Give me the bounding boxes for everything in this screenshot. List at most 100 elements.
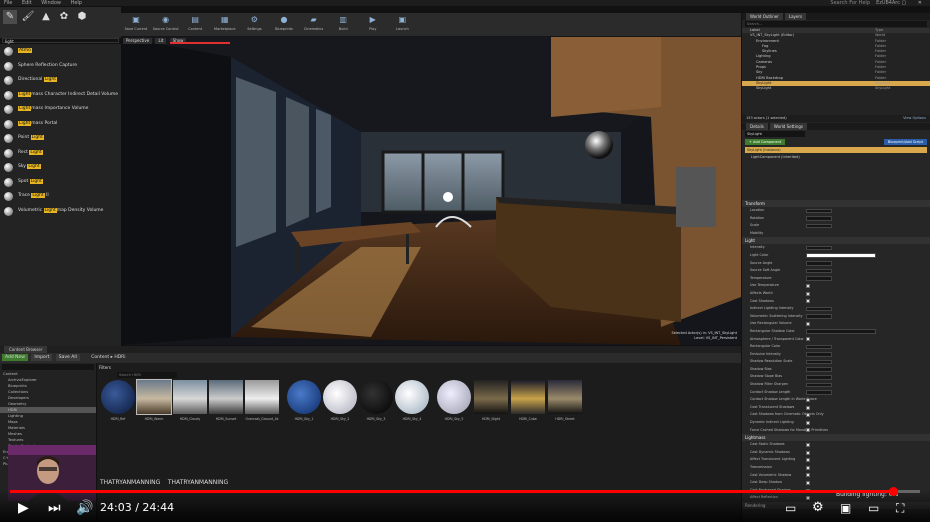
prop-row[interactable]: Shadow Resolution Scale <box>742 358 930 366</box>
prop-row[interactable]: Rectangular Shadow Color <box>742 328 930 336</box>
value-field[interactable] <box>806 223 832 229</box>
value-field[interactable] <box>806 268 832 274</box>
build-button[interactable]: ▥ Build <box>330 13 356 35</box>
prop-row[interactable]: Use Rectangular Volume <box>742 320 930 328</box>
place-item[interactable]: Lightmass Importance Volume <box>0 102 121 117</box>
prop-row[interactable]: Rectangular Color <box>742 343 930 351</box>
place-mode-icon[interactable]: ✎ <box>3 10 17 24</box>
value-field[interactable] <box>806 216 832 221</box>
volume-icon[interactable]: 🔊 <box>76 497 93 519</box>
prop-row[interactable]: Affects World <box>742 290 930 298</box>
asset-thumbnail[interactable] <box>548 380 582 414</box>
menu-window[interactable]: Window <box>41 0 61 6</box>
value-field[interactable] <box>806 390 832 395</box>
checkbox[interactable] <box>806 473 810 478</box>
tab-layers[interactable]: Layers <box>784 13 807 20</box>
import-button[interactable]: Import <box>31 354 53 361</box>
place-item[interactable]: Trace Light II <box>0 189 121 204</box>
checkbox[interactable] <box>806 398 810 403</box>
color-swatch[interactable] <box>806 253 876 259</box>
checkbox[interactable] <box>806 322 810 327</box>
save-button[interactable]: ▣ Save Current <box>123 13 149 35</box>
outliner-search[interactable]: Search... <box>745 21 927 27</box>
place-item[interactable]: Lightmass Portal <box>0 117 121 132</box>
marketplace-button[interactable]: ▦ Marketplace <box>212 13 238 35</box>
place-item[interactable]: Directional Light <box>0 73 121 88</box>
asset-search-input[interactable]: Search HDRi <box>117 372 177 378</box>
gear-icon[interactable]: ⚙ <box>812 497 824 519</box>
value-field[interactable] <box>806 276 832 281</box>
folder-search[interactable] <box>2 364 94 370</box>
asset-thumbnail[interactable] <box>101 380 135 414</box>
asset-thumbnail[interactable] <box>287 380 321 414</box>
value-field[interactable] <box>806 314 832 319</box>
menu-edit[interactable]: Edit <box>22 0 32 6</box>
checkbox[interactable] <box>806 458 810 463</box>
breadcrumb-item[interactable]: HDRi <box>114 355 125 360</box>
value-field[interactable] <box>806 208 832 214</box>
source-control-button[interactable]: ◉ Source Control <box>153 13 179 35</box>
checkbox[interactable] <box>806 428 810 433</box>
breadcrumb-item[interactable]: Content <box>91 355 109 360</box>
paint-mode-icon[interactable]: 🖌 <box>21 10 35 24</box>
blueprints-button[interactable]: ● Blueprints <box>271 13 297 35</box>
prop-row[interactable]: Dynamic Indirect Lighting <box>742 419 930 427</box>
asset-thumbnail[interactable] <box>511 380 545 414</box>
geometry-mode-icon[interactable]: ⬢ <box>75 10 89 24</box>
tab-details[interactable]: Details <box>746 123 768 130</box>
place-item[interactable]: Point Light <box>0 131 121 146</box>
checkbox[interactable] <box>806 413 810 418</box>
asset-thumbnail[interactable] <box>359 380 393 414</box>
window-controls[interactable]: – ▢ ✕ <box>887 0 927 6</box>
place-item[interactable]: Sky Light <box>0 160 121 175</box>
place-search-input[interactable]: light <box>2 38 119 44</box>
value-field[interactable] <box>806 344 832 350</box>
actor-name-field[interactable]: SkyLight <box>745 131 805 137</box>
prop-row[interactable]: Use Temperature <box>742 282 930 290</box>
subtitles-icon[interactable]: ▭ <box>785 497 796 519</box>
checkbox[interactable] <box>806 480 810 485</box>
asset-thumbnail[interactable] <box>209 380 243 414</box>
prop-row[interactable]: Force Cached Shadows for Movable Primiti… <box>742 427 930 435</box>
theater-icon[interactable]: ▭ <box>868 497 879 519</box>
scrubber-handle[interactable] <box>888 487 898 496</box>
place-item[interactable]: Volumetric Lightmap Density Volume <box>0 204 121 219</box>
asset-thumbnail[interactable] <box>173 380 207 414</box>
asset-thumbnail[interactable] <box>245 380 279 414</box>
place-item[interactable]: Lightmass Character Indirect Detail Volu… <box>0 88 121 103</box>
prop-row[interactable]: Cast Static Shadows <box>742 441 930 449</box>
prop-row[interactable]: Source Soft Angle <box>742 267 930 275</box>
outliner-row[interactable]: SkyLight SkyLight <box>742 86 930 91</box>
place-item[interactable]: Sphere Reflection Capture <box>0 59 121 74</box>
section-transform[interactable]: Transform <box>742 200 930 207</box>
play-button[interactable]: ▶ Play <box>360 13 386 35</box>
checkbox[interactable] <box>806 450 810 455</box>
lit-button[interactable]: Lit <box>155 38 167 44</box>
tab-content-browser[interactable]: Content Browser <box>4 346 48 353</box>
place-item[interactable]: Atmo <box>0 44 121 59</box>
save-all-button[interactable]: Save All <box>55 354 80 361</box>
menu-file[interactable]: File <box>4 0 12 6</box>
prop-row[interactable]: Volumetric Scattering Intensity <box>742 313 930 321</box>
content-button[interactable]: ▤ Content <box>182 13 208 35</box>
play-icon[interactable]: ▶ <box>18 497 29 519</box>
asset-thumbnail[interactable] <box>136 379 172 415</box>
value-field[interactable] <box>806 261 832 266</box>
prop-row[interactable]: Rotation <box>742 215 930 223</box>
checkbox[interactable] <box>806 443 810 448</box>
prop-row[interactable]: Temperature <box>742 275 930 283</box>
prop-row[interactable]: Affect Translucent Lighting <box>742 456 930 464</box>
checkbox[interactable] <box>806 337 810 342</box>
place-item[interactable]: Rect Light <box>0 146 121 161</box>
asset-thumbnail[interactable] <box>395 380 429 414</box>
prop-row[interactable]: Transmission <box>742 464 930 472</box>
level-viewport[interactable]: Perspective Lit Show Selected Actor(s) i… <box>121 37 741 345</box>
value-field[interactable] <box>806 359 832 365</box>
prop-row[interactable]: Cast Dynamic Shadows <box>742 449 930 457</box>
launch-button[interactable]: ▣ Launch <box>389 13 415 35</box>
checkbox[interactable] <box>806 465 810 470</box>
perspective-button[interactable]: Perspective <box>123 38 153 44</box>
prop-row[interactable]: Location <box>742 207 930 215</box>
asset-thumbnail[interactable] <box>474 380 508 414</box>
foliage-mode-icon[interactable]: ✿ <box>57 10 71 24</box>
